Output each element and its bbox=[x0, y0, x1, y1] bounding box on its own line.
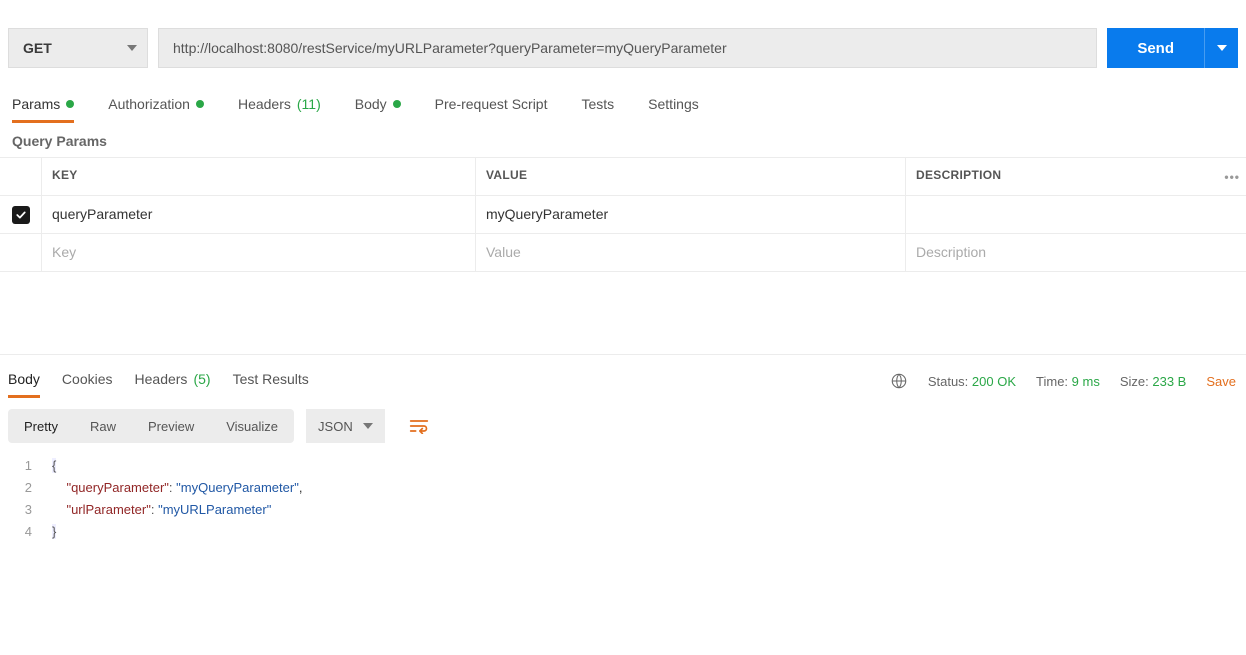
code-token: "urlParameter" bbox=[66, 502, 150, 517]
tab-headers[interactable]: Headers (11) bbox=[238, 88, 321, 122]
table-header-row: KEY VALUE DESCRIPTION ••• bbox=[0, 158, 1246, 196]
tab-label: Tests bbox=[581, 96, 614, 112]
resp-tab-cookies[interactable]: Cookies bbox=[62, 365, 113, 397]
resp-tab-body[interactable]: Body bbox=[8, 365, 40, 397]
wrap-lines-button[interactable] bbox=[401, 409, 437, 443]
active-dot-icon bbox=[196, 100, 204, 108]
response-body-viewer[interactable]: 1 { 2 "queryParameter": "myQueryParamete… bbox=[0, 449, 1246, 543]
chevron-down-icon bbox=[1217, 45, 1227, 51]
chevron-down-icon bbox=[127, 45, 137, 51]
check-icon bbox=[15, 209, 27, 221]
query-params-table: KEY VALUE DESCRIPTION ••• queryParameter… bbox=[0, 157, 1246, 272]
language-select[interactable]: JSON bbox=[306, 409, 385, 443]
http-method-label: GET bbox=[23, 40, 52, 56]
code-line: 1 { bbox=[0, 455, 1246, 477]
tab-params[interactable]: Params bbox=[12, 88, 74, 122]
response-tabs: Body Cookies Headers (5) Test Results bbox=[8, 365, 309, 397]
headers-count: (11) bbox=[297, 96, 321, 112]
table-header-key: KEY bbox=[42, 158, 476, 195]
code-line: 4 } bbox=[0, 521, 1246, 543]
request-bar: GET Send bbox=[0, 0, 1246, 82]
tab-label: Body bbox=[8, 371, 40, 387]
request-tabs: Params Authorization Headers (11) Body P… bbox=[0, 82, 1246, 123]
table-row-new: Key Value Description bbox=[0, 234, 1246, 272]
row-checkbox[interactable] bbox=[12, 206, 30, 224]
table-row: queryParameter myQueryParameter bbox=[0, 196, 1246, 234]
line-number: 1 bbox=[0, 455, 52, 477]
tab-authorization[interactable]: Authorization bbox=[108, 88, 204, 122]
format-bar: Pretty Raw Preview Visualize JSON bbox=[0, 397, 1246, 449]
param-description-input[interactable]: Description bbox=[906, 234, 1246, 271]
more-options-icon[interactable]: ••• bbox=[1224, 170, 1240, 184]
time-meta: Time: 9 ms bbox=[1036, 374, 1100, 389]
tab-label: Cookies bbox=[62, 371, 113, 387]
preview-button[interactable]: Preview bbox=[132, 409, 210, 443]
send-button-group: Send bbox=[1107, 28, 1238, 68]
tab-settings[interactable]: Settings bbox=[648, 88, 699, 122]
tab-label: Headers bbox=[238, 96, 291, 112]
param-description-cell[interactable] bbox=[906, 196, 1246, 233]
param-value-input[interactable]: Value bbox=[476, 234, 906, 271]
line-number: 3 bbox=[0, 499, 52, 521]
query-params-heading: Query Params bbox=[0, 123, 1246, 157]
headers-count: (5) bbox=[193, 371, 210, 387]
size-label: Size: bbox=[1120, 374, 1149, 389]
code-line: 2 "queryParameter": "myQueryParameter", bbox=[0, 477, 1246, 499]
line-number: 2 bbox=[0, 477, 52, 499]
size-meta: Size: 233 B bbox=[1120, 374, 1187, 389]
http-method-select[interactable]: GET bbox=[8, 28, 148, 68]
time-value: 9 ms bbox=[1072, 374, 1100, 389]
param-key-input[interactable]: Key bbox=[42, 234, 476, 271]
tab-label: Params bbox=[12, 96, 60, 112]
view-mode-group: Pretty Raw Preview Visualize bbox=[8, 409, 294, 443]
tab-label: Test Results bbox=[233, 371, 309, 387]
size-value: 233 B bbox=[1152, 374, 1186, 389]
active-dot-icon bbox=[393, 100, 401, 108]
response-meta: Status: 200 OK Time: 9 ms Size: 233 B Sa… bbox=[890, 372, 1236, 390]
code-token: { bbox=[52, 458, 56, 473]
table-header-description: DESCRIPTION ••• bbox=[906, 158, 1246, 195]
line-number: 4 bbox=[0, 521, 52, 543]
row-checkbox-cell bbox=[0, 234, 42, 271]
send-dropdown-button[interactable] bbox=[1204, 28, 1238, 68]
tab-label: Body bbox=[355, 96, 387, 112]
time-label: Time: bbox=[1036, 374, 1068, 389]
tab-label: Authorization bbox=[108, 96, 190, 112]
wrap-icon bbox=[409, 418, 429, 434]
active-dot-icon bbox=[66, 100, 74, 108]
table-header-value: VALUE bbox=[476, 158, 906, 195]
code-token: "myURLParameter" bbox=[158, 502, 271, 517]
url-input[interactable] bbox=[158, 28, 1097, 68]
row-checkbox-cell bbox=[0, 196, 42, 233]
raw-button[interactable]: Raw bbox=[74, 409, 132, 443]
param-value-cell[interactable]: myQueryParameter bbox=[476, 196, 906, 233]
code-token: "queryParameter" bbox=[66, 480, 168, 495]
pretty-button[interactable]: Pretty bbox=[8, 409, 74, 443]
tab-label: Settings bbox=[648, 96, 699, 112]
table-header-checkbox-cell bbox=[0, 158, 42, 195]
param-key-cell[interactable]: queryParameter bbox=[42, 196, 476, 233]
tab-prerequest[interactable]: Pre-request Script bbox=[435, 88, 548, 122]
code-token: } bbox=[52, 524, 56, 539]
globe-icon[interactable] bbox=[890, 372, 908, 390]
resp-tab-headers[interactable]: Headers (5) bbox=[135, 365, 211, 397]
send-button[interactable]: Send bbox=[1107, 28, 1204, 68]
tab-label: Headers bbox=[135, 371, 188, 387]
response-bar: Body Cookies Headers (5) Test Results St… bbox=[0, 354, 1246, 397]
resp-tab-test-results[interactable]: Test Results bbox=[233, 365, 309, 397]
code-line: 3 "urlParameter": "myURLParameter" bbox=[0, 499, 1246, 521]
tab-label: Pre-request Script bbox=[435, 96, 548, 112]
tab-tests[interactable]: Tests bbox=[581, 88, 614, 122]
save-response-button[interactable]: Save bbox=[1206, 374, 1236, 389]
status-meta: Status: 200 OK bbox=[928, 374, 1016, 389]
language-label: JSON bbox=[318, 419, 353, 434]
status-label: Status: bbox=[928, 374, 968, 389]
status-value: 200 OK bbox=[972, 374, 1016, 389]
visualize-button[interactable]: Visualize bbox=[210, 409, 294, 443]
chevron-down-icon bbox=[363, 423, 373, 429]
code-token: "myQueryParameter" bbox=[176, 480, 299, 495]
tab-body[interactable]: Body bbox=[355, 88, 401, 122]
